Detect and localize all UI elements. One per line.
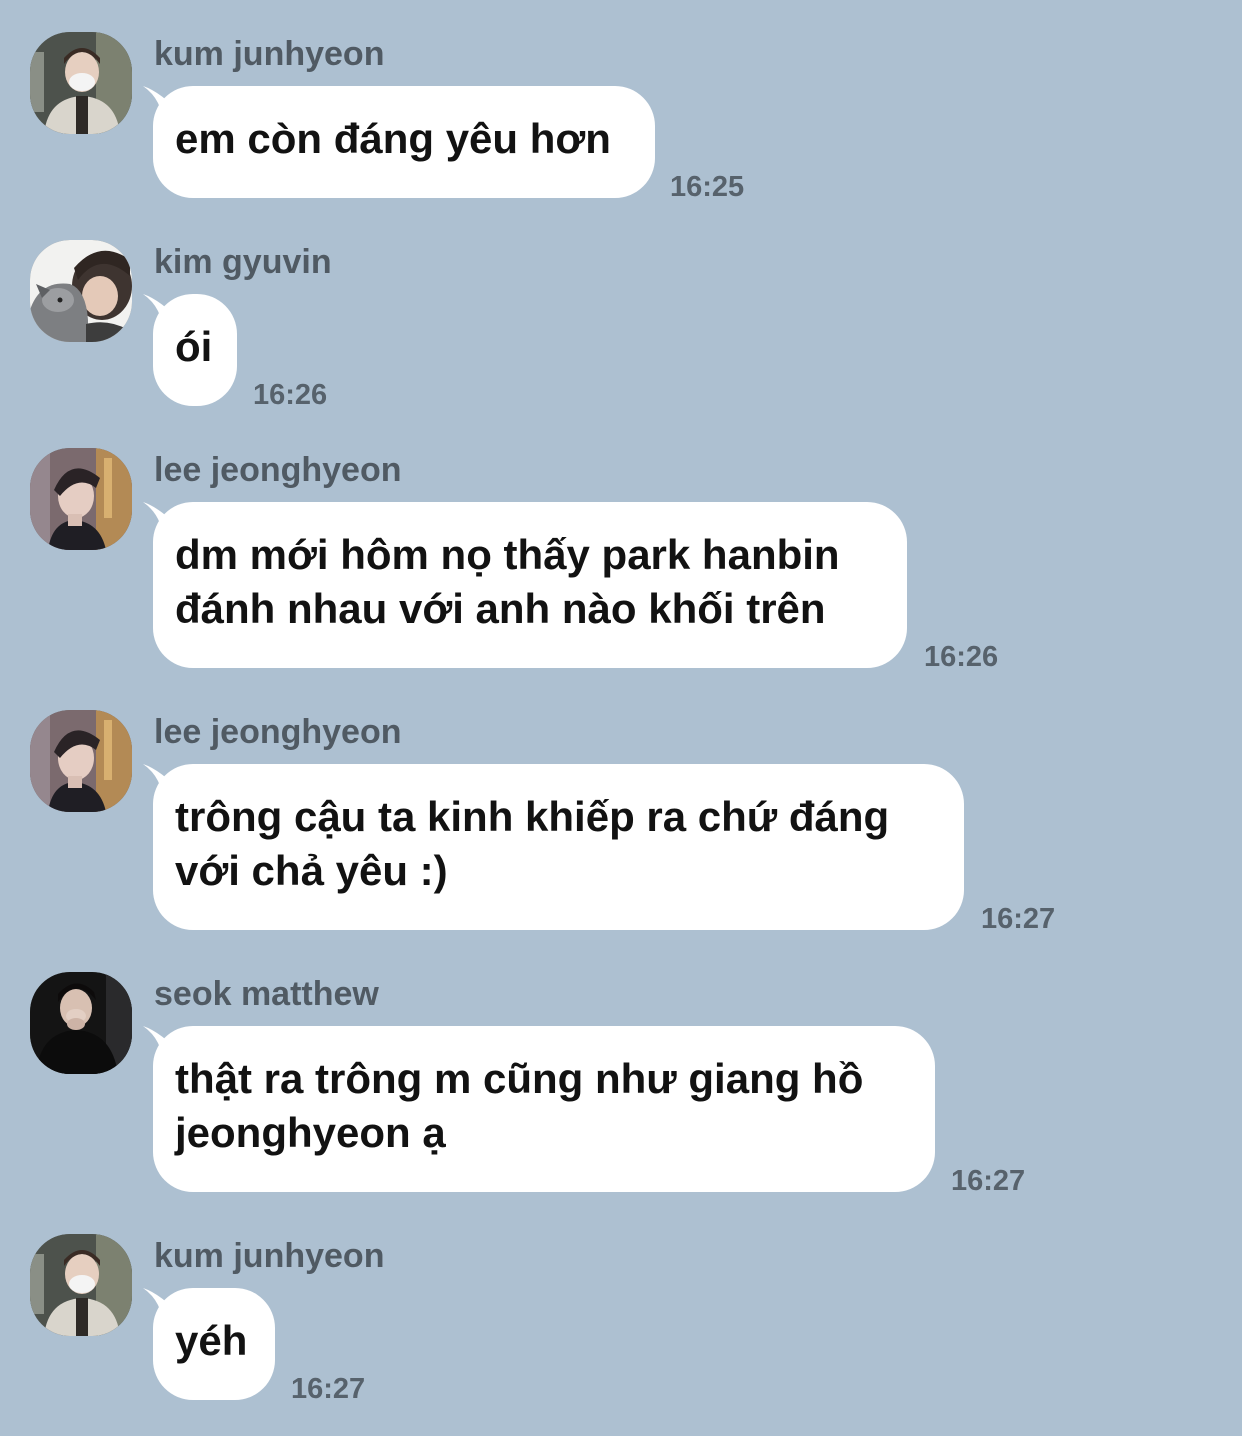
message-bubble[interactable]: trông cậu ta kinh khiếp ra chứ đáng với … [143,764,964,930]
message-bubble[interactable]: em còn đáng yêu hơn [143,86,655,198]
message-timestamp: 16:26 [253,379,328,411]
sender-name: kum junhyeon [154,35,385,73]
message-text-line: trông cậu ta kinh khiếp ra chứ đáng [175,793,890,840]
sender-name: seok matthew [154,975,379,1013]
message-timestamp: 16:27 [981,903,1056,935]
person-masked-avatar-icon[interactable] [30,1234,132,1336]
sender-name: lee jeonghyeon [154,451,402,489]
message-bubble[interactable]: yéh [143,1288,275,1400]
message-bubble[interactable]: ói [143,294,237,406]
message-text: yéh [175,1317,248,1364]
message-text-line: jeonghyeon ạ [175,1109,446,1156]
message-bubble[interactable]: dm mới hôm nọ thấy park hanbin đánh nhau… [143,502,907,668]
sender-name: lee jeonghyeon [154,713,402,751]
message-timestamp: 16:27 [951,1165,1026,1197]
message-timestamp: 16:27 [291,1373,366,1405]
person-profile-avatar-icon[interactable] [30,448,132,550]
bubble-tail [143,1288,183,1328]
message-text: em còn đáng yêu hơn [175,115,611,162]
person-with-dog-avatar-icon[interactable] [30,240,132,342]
bubble-tail [143,502,183,542]
bubble-tail [143,294,183,334]
bubble-tail [143,1026,183,1066]
message-text-line: thật ra trông m cũng như giang hồ [175,1055,864,1102]
person-masked-avatar-icon[interactable] [30,32,132,134]
message-bubble[interactable]: thật ra trông m cũng như giang hồ jeongh… [143,1026,935,1192]
message-text-line: đánh nhau với anh nào khối trên [175,585,826,632]
sender-name: kim gyuvin [154,243,332,281]
message-text-line: với chả yêu :) [175,847,448,894]
bubble-tail [143,764,183,804]
message-timestamp: 16:26 [924,641,999,673]
bubble-tail [143,86,183,126]
chat-transcript: kum junhyeon em còn đáng yêu hơn 16:25 k… [0,0,1242,1436]
sender-name: kum junhyeon [154,1237,385,1275]
message-timestamp: 16:25 [670,171,745,203]
person-profile-avatar-icon[interactable] [30,710,132,812]
person-dark-avatar-icon[interactable] [30,972,132,1074]
message-text-line: dm mới hôm nọ thấy park hanbin [175,531,840,578]
